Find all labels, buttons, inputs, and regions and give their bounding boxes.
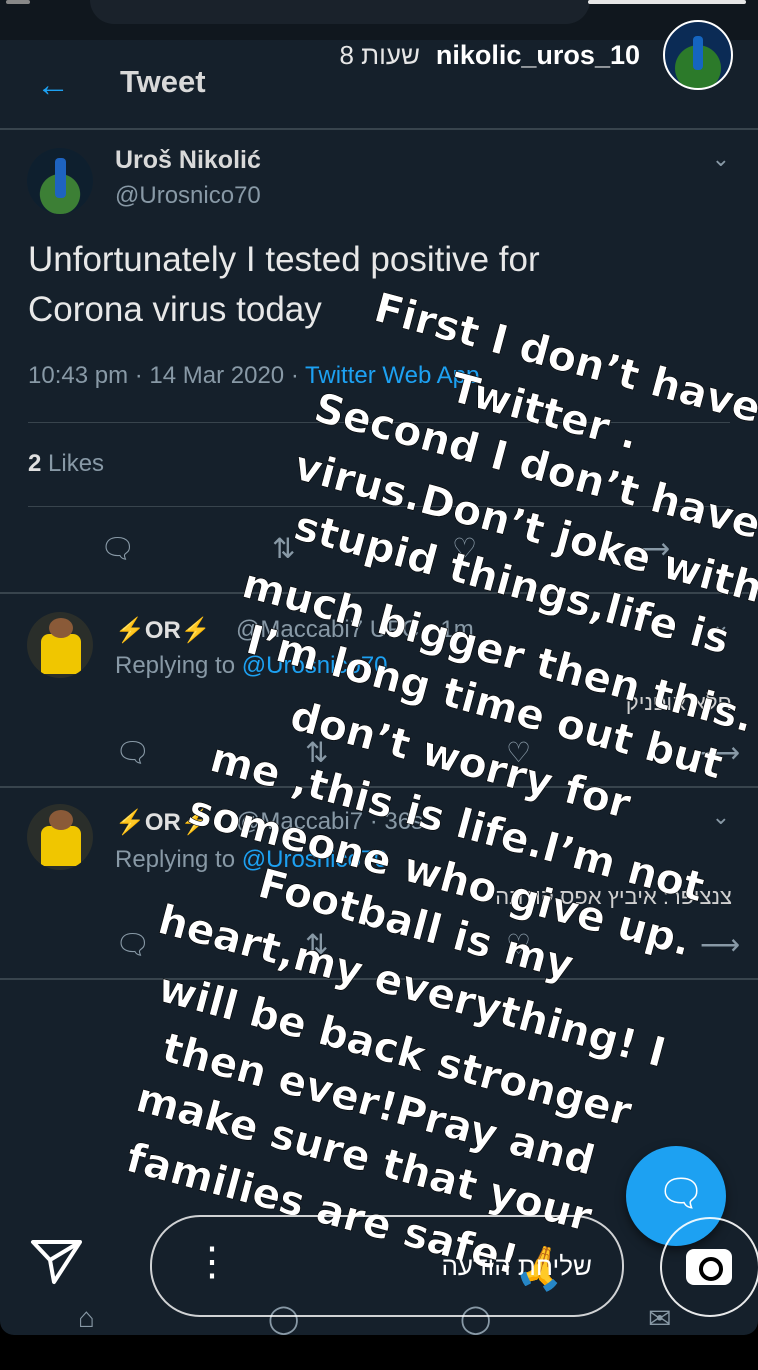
replying-handle[interactable]: @Urosnico70 xyxy=(242,846,388,873)
page-title: Tweet xyxy=(120,64,206,100)
reply-author-handle[interactable]: @Maccabi7 · 36s xyxy=(236,808,423,836)
replying-label: Replying to xyxy=(115,652,242,679)
camera-lens xyxy=(699,1257,723,1281)
replying-label: Replying to xyxy=(115,846,242,873)
replying-to: Replying to @Urosnico70 xyxy=(115,652,388,680)
compose-icon: 🗨 xyxy=(657,1172,705,1216)
overlay-line: heart,my everything! I xyxy=(153,895,670,1077)
overlay-line: Football is my xyxy=(253,859,578,989)
reply-text: צנציפר: איביץ אפס קורונה xyxy=(495,884,732,910)
tweet-source[interactable]: Twitter Web App xyxy=(305,362,479,389)
message-input[interactable]: ⋮ שליחת הודעה xyxy=(150,1215,624,1317)
divider xyxy=(28,422,730,423)
more-options-icon[interactable]: ⋮ xyxy=(192,1239,232,1285)
share-icon[interactable]: ⟶ xyxy=(700,736,740,769)
overlay-line: will be back stronger xyxy=(153,963,637,1136)
reply-icon[interactable]: 🗨 xyxy=(115,736,151,769)
retweet-icon[interactable]: ⇅ xyxy=(272,532,295,565)
avatar[interactable] xyxy=(27,148,93,214)
chevron-down-icon[interactable]: ⌄ xyxy=(712,804,730,830)
reply-author-handle[interactable]: @Maccabi7 UFC · 1m xyxy=(236,616,474,644)
likes-number: 2 xyxy=(28,450,41,477)
avatar[interactable] xyxy=(27,804,93,870)
likes-label: Likes xyxy=(41,450,104,477)
overlay-line: Second I don’t have xyxy=(309,383,758,548)
like-icon[interactable]: ♡ xyxy=(506,928,531,961)
retweet-icon[interactable]: ⇅ xyxy=(305,736,328,769)
replying-to: Replying to @Urosnico70 xyxy=(115,846,388,874)
message-placeholder: שליחת הודעה xyxy=(441,1251,592,1282)
chevron-down-icon[interactable]: ⌄ xyxy=(712,612,730,638)
story-progress-bar xyxy=(588,0,746,4)
divider xyxy=(0,978,758,980)
retweet-icon[interactable]: ⇅ xyxy=(305,928,328,961)
tweet-text: Unfortunately I tested positive for Coro… xyxy=(28,235,648,335)
reply-author-name[interactable]: ⚡OR⚡ xyxy=(115,808,211,837)
share-icon[interactable]: ⟶ xyxy=(630,532,670,565)
overlay-line: then ever!Pray and xyxy=(157,1023,599,1185)
tweet-author-handle[interactable]: @Urosnico70 xyxy=(115,182,261,210)
story-time: 8 שעות xyxy=(339,40,420,71)
reply-icon[interactable]: 🗨 xyxy=(100,532,136,565)
back-arrow-icon[interactable]: ← xyxy=(36,66,70,105)
notch xyxy=(90,0,590,24)
overlay-line: virus.Don’t joke with xyxy=(289,441,758,612)
replying-handle[interactable]: @Urosnico70 xyxy=(242,652,388,679)
tweet-meta: 10:43 pm · 14 Mar 2020 · Twitter Web App xyxy=(28,362,479,390)
story-progress-bar xyxy=(6,0,30,4)
divider xyxy=(0,786,758,788)
share-icon[interactable]: ⟶ xyxy=(700,928,740,961)
divider xyxy=(0,592,758,594)
story-username[interactable]: nikolic_uros_10 xyxy=(436,40,640,71)
camera-button[interactable] xyxy=(660,1217,758,1317)
reply-author-name[interactable]: ⚡OR⚡ xyxy=(115,616,211,645)
story-progress xyxy=(0,0,758,40)
tweet-author-name[interactable]: Uroš Nikolić xyxy=(115,146,261,175)
avatar[interactable] xyxy=(27,612,93,678)
reply-text: חלא אופניק xyxy=(626,690,732,716)
home-icon[interactable]: ⌂ xyxy=(78,1302,95,1334)
divider xyxy=(28,506,730,507)
likes-count[interactable]: 2 Likes xyxy=(28,450,104,478)
tweet-time: 10:43 pm · 14 Mar 2020 · xyxy=(28,362,305,389)
story-screen: ← Tweet 8 שעות nikolic_uros_10 Uroš Niko… xyxy=(0,0,758,1335)
send-icon[interactable] xyxy=(30,1238,84,1297)
story-avatar[interactable] xyxy=(663,20,733,90)
like-icon[interactable]: ♡ xyxy=(506,736,531,769)
reply-icon[interactable]: 🗨 xyxy=(115,928,151,961)
messages-icon[interactable]: ✉ xyxy=(648,1302,671,1335)
chevron-down-icon[interactable]: ⌄ xyxy=(712,146,730,172)
like-icon[interactable]: ♡ xyxy=(452,532,477,565)
camera-icon xyxy=(686,1249,732,1285)
